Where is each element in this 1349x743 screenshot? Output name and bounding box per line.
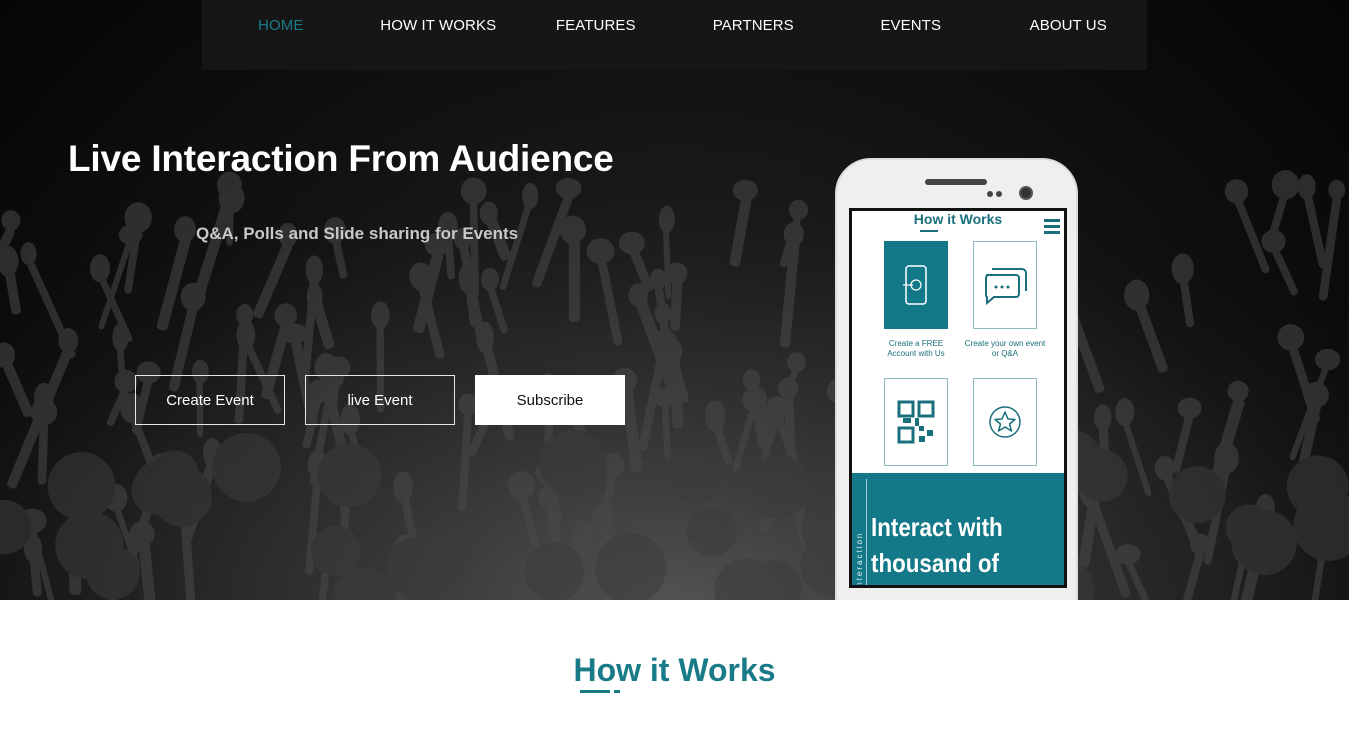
phone-title-underline [920, 230, 938, 232]
star-icon [973, 378, 1037, 466]
banner-side-text: Interaction [855, 531, 864, 588]
tile-caption: Create your own event or Q&A [964, 339, 1046, 358]
banner-line-2: thousand of [871, 548, 999, 578]
phone-sensor-dot [987, 191, 993, 197]
crowd-background-image [0, 0, 1349, 600]
phone-camera [1019, 186, 1033, 200]
tile-caption: Create a FREE Account with Us [887, 339, 945, 358]
banner-divider [866, 479, 867, 585]
nav-features[interactable]: FEATURES [517, 0, 675, 34]
hero-title: Live Interaction From Audience [68, 138, 614, 179]
top-nav: HOME HOW IT WORKS FEATURES PARTNERS EVEN… [202, 0, 1147, 70]
nav-about-us[interactable]: ABOUT US [990, 0, 1148, 34]
chat-bubbles-icon [973, 241, 1037, 329]
phone-sensor-dot [996, 191, 1002, 197]
how-it-works-heading: How it Works [573, 652, 776, 688]
phone-screen-title: How it Works [913, 211, 1003, 227]
hamburger-menu-icon[interactable] [1044, 219, 1060, 237]
nav-partners[interactable]: PARTNERS [675, 0, 833, 34]
subscribe-button[interactable]: Subscribe [475, 375, 625, 425]
heading-underline-dot [614, 690, 620, 693]
live-event-button[interactable]: live Event [305, 375, 455, 425]
nav-home[interactable]: HOME [202, 0, 360, 34]
phone-screen: How it Works Create a FREE Account with … [849, 208, 1067, 588]
qr-code-icon [884, 378, 948, 466]
hero-subtitle: Q&A, Polls and Slide sharing for Events [196, 224, 519, 243]
banner-headline: Interact with thousand of [871, 509, 1003, 581]
create-event-button[interactable]: Create Event [135, 375, 285, 425]
nav-how-it-works[interactable]: HOW IT WORKS [360, 0, 518, 34]
heading-underline [580, 690, 610, 693]
smartphone-icon [884, 241, 948, 329]
banner-line-1: Interact with [871, 512, 1003, 542]
hero-section: HOME HOW IT WORKS FEATURES PARTNERS EVEN… [0, 0, 1349, 600]
nav-events[interactable]: EVENTS [832, 0, 990, 34]
phone-mockup: How it Works Create a FREE Account with … [835, 158, 1078, 600]
phone-speaker [925, 179, 987, 185]
phone-teal-banner: Interaction Interact with thousand of [852, 473, 1064, 588]
